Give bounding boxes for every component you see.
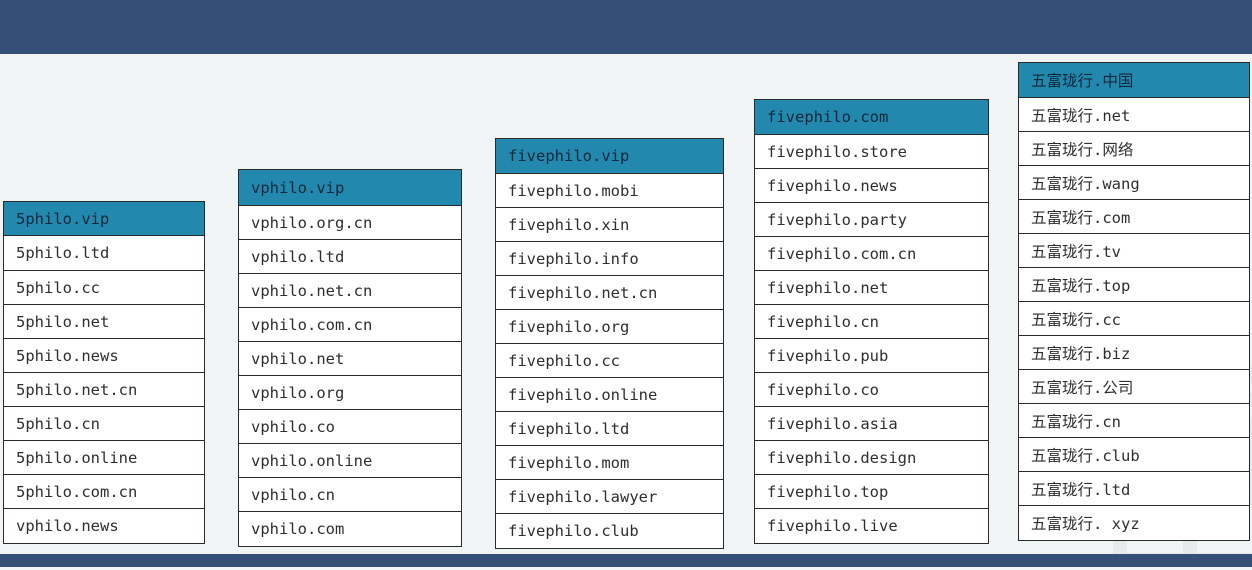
column-header: fivephilo.vip <box>496 139 723 174</box>
domain-item: vphilo.online <box>239 444 461 478</box>
domain-item: fivephilo.cc <box>496 344 723 378</box>
domain-column-3: fivephilo.vip fivephilo.mobi fivephilo.xin… <box>495 138 724 549</box>
column-header: fivephilo.com <box>755 100 988 135</box>
bottom-banner <box>0 554 1252 567</box>
domain-item: 5philo.news <box>4 339 204 373</box>
domain-item: vphilo.org <box>239 376 461 410</box>
domain-item: fivephilo.cn <box>755 305 988 339</box>
domain-item: 五富珑行.top <box>1019 268 1249 302</box>
domain-item: vphilo.net <box>239 342 461 376</box>
domain-item: 五富珑行.net <box>1019 98 1249 132</box>
domain-item: 五富珑行.com <box>1019 200 1249 234</box>
column-header: 5philo.vip <box>4 202 204 236</box>
domain-item: fivephilo.mobi <box>496 174 723 208</box>
domain-item: fivephilo.org <box>496 310 723 344</box>
column-header: vphilo.vip <box>239 170 461 206</box>
domain-item: fivephilo.ltd <box>496 412 723 446</box>
domain-item: 五富珑行.biz <box>1019 336 1249 370</box>
domain-item: fivephilo.news <box>755 169 988 203</box>
domain-item: 五富珑行.club <box>1019 438 1249 472</box>
domain-item: 5philo.cn <box>4 407 204 441</box>
domain-item: 5philo.online <box>4 441 204 475</box>
domain-item: 五富珑行.wang <box>1019 166 1249 200</box>
domain-item: fivephilo.design <box>755 441 988 475</box>
domain-item: fivephilo.co <box>755 373 988 407</box>
domain-item: fivephilo.com.cn <box>755 237 988 271</box>
domain-item: fivephilo.pub <box>755 339 988 373</box>
domain-item: vphilo.net.cn <box>239 274 461 308</box>
domain-item: 五富珑行.网络 <box>1019 132 1249 166</box>
domain-item: fivephilo.asia <box>755 407 988 441</box>
domain-item: fivephilo.info <box>496 242 723 276</box>
domain-item: fivephilo.net <box>755 271 988 305</box>
domain-item: fivephilo.party <box>755 203 988 237</box>
domain-item: 五富珑行.tv <box>1019 234 1249 268</box>
domain-column-4: fivephilo.com fivephilo.store fivephilo.ne… <box>754 99 989 544</box>
top-banner <box>0 0 1252 54</box>
domain-item: fivephilo.net.cn <box>496 276 723 310</box>
domain-item: vphilo.news <box>16 517 119 535</box>
domain-item: 五富珑行.ltd <box>1019 472 1249 506</box>
domain-item: 5philo.net <box>4 305 204 339</box>
domain-item: fivephilo.xin <box>496 208 723 242</box>
domain-item: 五富珑行.公司 <box>1019 370 1249 404</box>
domain-item: vphilo.org.cn <box>239 206 461 240</box>
domain-item: fivephilo.club <box>508 522 639 540</box>
domain-item: fivephilo.lawyer <box>496 480 723 514</box>
domain-item: 五富珑行.cn <box>1019 404 1249 438</box>
domain-column-2: vphilo.vip vphilo.org.cn vphilo.ltd vphilo.… <box>238 169 462 547</box>
domain-item: 5philo.cc <box>4 271 204 305</box>
domain-column-1: 5philo.vip 5philo.ltd 5philo.cc 5philo.net 5… <box>3 201 205 544</box>
domain-item: fivephilo.online <box>496 378 723 412</box>
domain-item: 五富珑行.cc <box>1019 302 1249 336</box>
domain-item: vphilo.cn <box>239 478 461 512</box>
column-header: 五富珑行.中国 <box>1019 63 1249 98</box>
domain-item: vphilo.com.cn <box>239 308 461 342</box>
domain-item: 五富珑行. xyz <box>1031 515 1140 533</box>
domain-item: fivephilo.top <box>755 475 988 509</box>
domain-item: fivephilo.store <box>755 135 988 169</box>
domain-item: 5philo.com.cn <box>4 475 204 509</box>
domain-column-5: 五富珑行.中国 五富珑行.net 五富珑行.网络 五富珑行.wang 五富珑行.com 五… <box>1018 62 1250 541</box>
domain-item: 5philo.net.cn <box>4 373 204 407</box>
domain-item: vphilo.ltd <box>239 240 461 274</box>
domain-item: fivephilo.mom <box>496 446 723 480</box>
domain-item: vphilo.co <box>239 410 461 444</box>
domain-item: 5philo.ltd <box>4 236 204 271</box>
domain-item: vphilo.com <box>251 520 345 538</box>
domain-item: fivephilo.live <box>767 517 898 535</box>
